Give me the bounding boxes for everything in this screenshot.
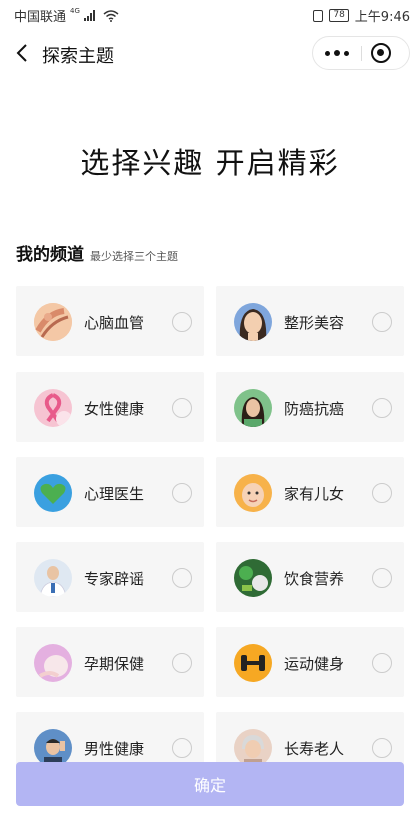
- topic-label: 整形美容: [284, 314, 345, 332]
- nav-bar: 探索主题: [0, 30, 420, 78]
- topic-label: 饮食营养: [284, 570, 345, 588]
- topic-radio[interactable]: [372, 568, 392, 588]
- confirm-button[interactable]: 确定: [16, 762, 404, 806]
- section-subtitle: 最少选择三个主题: [90, 250, 178, 263]
- topic-radio[interactable]: [172, 398, 192, 418]
- topic-radio[interactable]: [372, 312, 392, 332]
- topic-label: 长寿老人: [284, 740, 345, 758]
- topic-card-psychology[interactable]: 心理医生: [16, 457, 204, 527]
- mini-program-capsule: [312, 36, 410, 70]
- topic-card-rumor-busting[interactable]: 专家辟谣: [16, 542, 204, 612]
- pink-ribbon-icon: [34, 389, 72, 427]
- headline: 选择兴趣 开启精彩: [80, 146, 340, 180]
- topic-radio[interactable]: [172, 568, 192, 588]
- topic-card-anti-cancer[interactable]: 防癌抗癌: [216, 372, 404, 442]
- topic-label: 专家辟谣: [84, 570, 145, 588]
- baby-face-icon: [234, 474, 272, 512]
- status-bar: 中国联通 4G 78 上午9:46: [0, 0, 420, 30]
- woman-face-icon: [234, 303, 272, 341]
- status-left: 中国联通 4G: [14, 6, 119, 25]
- carrier-name: 中国联通: [14, 10, 67, 25]
- topic-radio[interactable]: [372, 738, 392, 758]
- topic-card-children[interactable]: 家有儿女: [216, 457, 404, 527]
- topic-radio[interactable]: [372, 483, 392, 503]
- topic-radio[interactable]: [372, 398, 392, 418]
- close-program-icon[interactable]: [371, 43, 391, 63]
- wifi-icon: [103, 9, 119, 22]
- topic-card-nutrition[interactable]: 饮食营养: [216, 542, 404, 612]
- channel-section-header: 我的频道 最少选择三个主题: [16, 240, 178, 265]
- topic-card-fitness[interactable]: 运动健身: [216, 627, 404, 697]
- woman-portrait-icon: [234, 389, 272, 427]
- topic-radio[interactable]: [372, 653, 392, 673]
- topic-radio[interactable]: [172, 738, 192, 758]
- topic-card-pregnancy[interactable]: 孕期保健: [16, 627, 204, 697]
- topic-label: 心理医生: [84, 485, 145, 503]
- doctor-icon: [34, 559, 72, 597]
- status-right: 78 上午9:46: [313, 6, 410, 25]
- dumbbell-icon: [234, 644, 272, 682]
- topic-label: 防癌抗癌: [284, 400, 345, 418]
- vegetables-icon: [234, 559, 272, 597]
- topic-radio[interactable]: [172, 483, 192, 503]
- topic-card-womens-health[interactable]: 女性健康: [16, 372, 204, 442]
- signal-icon: [83, 10, 95, 21]
- section-title: 我的频道: [16, 245, 84, 265]
- topic-label: 心脑血管: [84, 314, 145, 332]
- network-type: 4G: [70, 6, 80, 15]
- pregnant-belly-icon: [34, 644, 72, 682]
- topic-card-cosmetic[interactable]: 整形美容: [216, 286, 404, 356]
- topic-radio[interactable]: [172, 312, 192, 332]
- topic-label: 运动健身: [284, 655, 345, 673]
- page-title: 探索主题: [42, 46, 114, 67]
- topic-radio[interactable]: [172, 653, 192, 673]
- heart-anatomy-icon: [34, 303, 72, 341]
- topic-card-cardiovascular[interactable]: 心脑血管: [16, 286, 204, 356]
- more-options-icon[interactable]: [313, 37, 361, 69]
- capsule-divider: [361, 46, 362, 61]
- topic-label: 孕期保健: [84, 655, 145, 673]
- back-arrow-icon[interactable]: [12, 42, 34, 64]
- topic-label: 女性健康: [84, 400, 145, 418]
- vibrate-icon: [313, 9, 324, 22]
- topic-label: 家有儿女: [284, 485, 345, 503]
- green-heart-icon: [34, 474, 72, 512]
- clock: 上午9:46: [354, 10, 410, 25]
- topic-label: 男性健康: [84, 740, 145, 758]
- battery-level: 78: [329, 9, 349, 22]
